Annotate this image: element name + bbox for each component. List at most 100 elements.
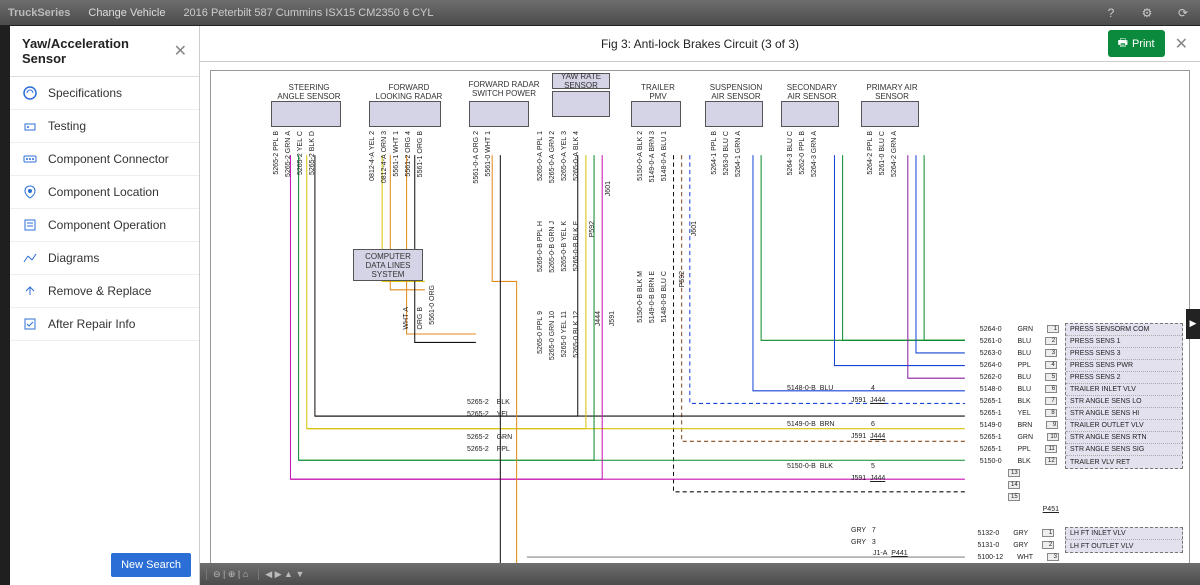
label-secondary-air: SECONDARY AIR SENSOR: [781, 85, 843, 99]
wire-vlabel: 0812-4-A ORN 3: [381, 131, 388, 183]
pin-row: PRESS SENS 2: [1066, 372, 1182, 384]
wire-vlabel: 5150-0-B BLK M: [637, 271, 644, 323]
conn-label: P592: [589, 221, 596, 237]
vehicle-label: 2016 Peterbilt 587 Cummins ISX15 CM2350 …: [183, 7, 433, 19]
label-forward-radar-switch: FORWARD RADAR SWITCH POWER: [461, 79, 547, 99]
splice-conn: J591 J444: [851, 433, 885, 440]
splice-label: GRY 7: [851, 527, 876, 534]
wire-vlabel: 5561-0 ORG: [429, 285, 436, 325]
sidebar-item-remove-replace[interactable]: Remove & Replace: [10, 275, 199, 308]
splice-conn: J591 J444: [851, 397, 885, 404]
close-icon[interactable]: ✕: [174, 41, 187, 61]
wire-vlabel: 5265-0-A PPL 1: [537, 131, 544, 181]
box-forward-radar: [369, 101, 441, 127]
wiring-diagram[interactable]: STEERING ANGLE SENSOR FORWARD LOOKING RA…: [210, 70, 1190, 577]
pan-controls[interactable]: ◀ ▶ ▲ ▼: [258, 569, 310, 580]
zoom-controls[interactable]: ⊖ | ⊕ | ⌂: [206, 569, 254, 580]
wire-vlabel: 5265-2 YEL C: [297, 131, 304, 175]
connector-p441-pinout: LH FT INLET VLV LH FT OUTLET VLV: [1065, 527, 1183, 553]
wire-vlabel: 5148-0-A BLU 1: [661, 131, 668, 181]
sidebar-item-diagrams[interactable]: Diagrams: [10, 242, 199, 275]
refresh-icon[interactable]: ⟳: [1174, 4, 1192, 22]
label-trailer-pmv: TRAILER PMV: [633, 85, 683, 99]
splice-pin: 4: [871, 385, 875, 392]
conn-label: J591: [609, 311, 616, 326]
figure-toolbar: Fig 3: Anti-lock Brakes Circuit (3 of 3)…: [200, 26, 1200, 62]
conn-label: J1-A P441: [873, 550, 908, 557]
brand-label: TruckSeries: [8, 7, 70, 19]
settings-icon[interactable]: ⚙: [1138, 4, 1156, 22]
wire-vlabel: 5265-0 PPL 9: [537, 311, 544, 354]
close-icon[interactable]: ✕: [1171, 34, 1192, 54]
conn-label: J601: [691, 221, 698, 236]
pin-row: STR ANGLE SENS SIG: [1066, 444, 1182, 456]
pin-row: TRAILER OUTLET VLV: [1066, 420, 1182, 432]
wire-vlabel: 5261-0 BLU C: [879, 131, 886, 175]
wire-vlabel: 5150-0-A BLK 2: [637, 131, 644, 181]
wire-vlabel: 5262-0 PPL B: [799, 131, 806, 175]
conn-label: J601: [605, 181, 612, 196]
wire-vlabel: 5265-0 BLK 12: [573, 311, 580, 358]
box-suspension: [705, 101, 763, 127]
wire-vlabel: 5265-2 GRN A: [285, 131, 292, 177]
wire-vlabel: 5265-0-B BLK F: [573, 221, 580, 271]
figure-title: Fig 3: Anti-lock Brakes Circuit (3 of 3): [601, 37, 799, 51]
lower-right-wire-column: 5132-0 GRY 1 5131-0 GRY 2 5100-12 WHT 3: [977, 527, 1059, 563]
sidebar-item-label: Specifications: [48, 86, 122, 100]
wire-label: 5265-2 BLK: [467, 399, 510, 406]
sidebar-item-after-repair[interactable]: After Repair Info: [10, 308, 199, 341]
sidebar-item-label: After Repair Info: [48, 317, 135, 331]
wire-vlabel: 5265-0-A BLK 4: [573, 131, 580, 181]
splice-conn: J591 J444: [851, 475, 885, 482]
pin-row: TRAILER INLET VLV: [1066, 384, 1182, 396]
sidebar-item-specifications[interactable]: Specifications: [10, 77, 199, 110]
wire-vlabel: 5148-0-B BLU C: [661, 271, 668, 322]
wire-vlabel: 5263-0 BLU C: [723, 131, 730, 175]
wire-vlabel: 5264-2 PPL B: [867, 131, 874, 175]
new-search-button[interactable]: New Search: [111, 553, 191, 577]
wire-vlabel: 5561-1 ORG B: [417, 131, 424, 177]
wire-vlabel: 5265-0-B YEL K: [561, 221, 568, 272]
print-button[interactable]: 🖶Print: [1108, 30, 1165, 57]
wire-vlabel: 5265-0-A GRN 2: [549, 131, 556, 183]
pin-row: LH FT OUTLET VLV: [1066, 540, 1182, 552]
sidebar-item-label: Component Connector: [48, 152, 169, 166]
pin-row: LH FT INLET VLV: [1066, 528, 1182, 540]
label-yaw-rate: YAW RATE SENSOR: [552, 73, 610, 89]
wire-vlabel: 5264-2 GRN A: [891, 131, 898, 177]
sidebar-item-label: Remove & Replace: [48, 284, 151, 298]
wire-vlabel: 5149-0-A BRN 3: [649, 131, 656, 182]
side-panel-title: Yaw/Acceleration Sensor: [22, 36, 174, 66]
wire-label: 5265-2 PPL: [467, 446, 510, 453]
wire-vlabel: ORG B: [417, 307, 424, 330]
sidebar-item-label: Testing: [48, 119, 86, 133]
sidebar-item-location[interactable]: Component Location: [10, 176, 199, 209]
sidebar-item-operation[interactable]: Component Operation: [10, 209, 199, 242]
content-area: Fig 3: Anti-lock Brakes Circuit (3 of 3)…: [200, 26, 1200, 585]
wire-vlabel: 5264-3 GRN A: [811, 131, 818, 177]
splice-pin: 5: [871, 463, 875, 470]
label-suspension: SUSPENSION AIR SENSOR: [705, 85, 767, 99]
pin-row: TRAILER VLV RET: [1066, 456, 1182, 468]
sidebar-item-testing[interactable]: Testing: [10, 110, 199, 143]
sidebar-item-label: Diagrams: [48, 251, 99, 265]
label-forward-radar: FORWARD LOOKING RADAR: [369, 85, 449, 99]
splice-label: 5149-0-B BRN: [787, 421, 834, 428]
change-vehicle-link[interactable]: Change Vehicle: [88, 7, 165, 19]
wire-vlabel: 5265-0 GRN 10: [549, 311, 556, 360]
box-primary-air: [861, 101, 919, 127]
help-icon[interactable]: ?: [1102, 4, 1120, 22]
collapse-panel-icon[interactable]: ▶: [1186, 309, 1200, 339]
sidebar-item-label: Component Location: [48, 185, 159, 199]
sidebar-item-connector[interactable]: Component Connector: [10, 143, 199, 176]
pin-row: PRESS SENSORM COM: [1066, 324, 1182, 336]
wire-vlabel: 5265-0-B GRN J: [549, 221, 556, 273]
wire-label: 5265-2 GRN: [467, 434, 512, 441]
box-trailer-pmv: [631, 101, 681, 127]
wire-vlabel: 5265-2 BLK D: [309, 131, 316, 175]
right-wire-column: 5264-0 GRN 1 5261-0 BLU 2 5263-0 BLU 3 5…: [980, 323, 1059, 515]
wire-vlabel: 5265-0-A YEL 3: [561, 131, 568, 181]
wire-vlabel: 5265-0-B PPL H: [537, 221, 544, 272]
splice-label: GRY 3: [851, 539, 876, 546]
label-primary-air: PRIMARY AIR SENSOR: [861, 85, 923, 99]
